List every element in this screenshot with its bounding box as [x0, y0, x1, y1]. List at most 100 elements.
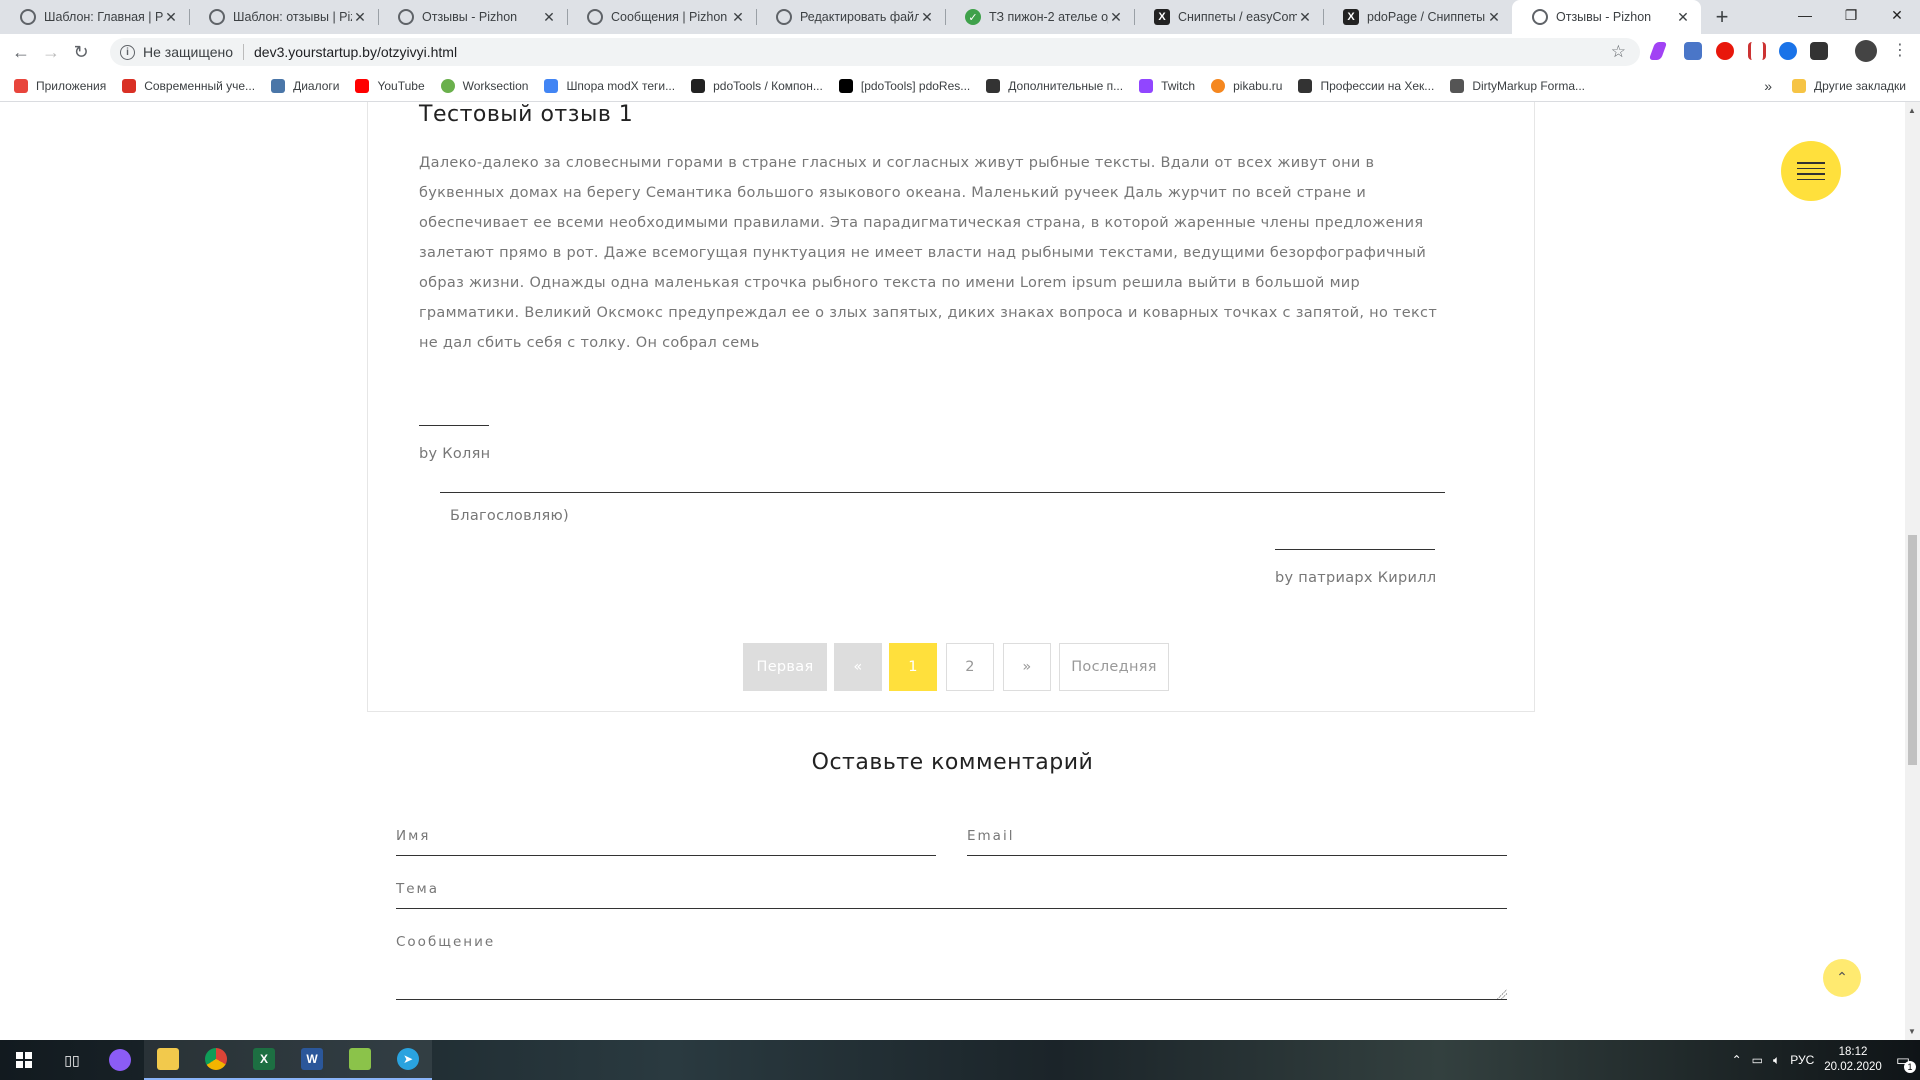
- subject-field[interactable]: Тема: [396, 875, 1507, 909]
- bookmark-item[interactable]: [pdoTools] pdoRes...: [838, 78, 970, 93]
- scroll-down-icon[interactable]: ▼: [1908, 1027, 1916, 1036]
- bookmark-item[interactable]: Worksection: [440, 78, 528, 93]
- address-bar[interactable]: i Не защищено dev3.yourstartup.by/otzyiv…: [110, 38, 1640, 66]
- start-button[interactable]: [0, 1040, 48, 1080]
- close-icon[interactable]: ✕: [163, 9, 179, 26]
- tab[interactable]: X pdoPage / Сниппеты / ✕: [1323, 0, 1512, 34]
- bookmark-item[interactable]: Современный уче...: [122, 78, 255, 93]
- bookmark-label: Дополнительные п...: [1008, 78, 1124, 93]
- extension-icon[interactable]: [1779, 42, 1797, 60]
- close-window-icon[interactable]: ✕: [1874, 0, 1920, 30]
- word-icon[interactable]: W: [288, 1040, 336, 1080]
- back-icon[interactable]: ←: [6, 37, 36, 67]
- bookmark-item[interactable]: Twitch: [1139, 78, 1195, 93]
- pagination-last[interactable]: Последняя: [1059, 643, 1169, 691]
- tab-active[interactable]: Отзывы - Pizhon ✕: [1512, 0, 1701, 34]
- pagination-prev[interactable]: «: [834, 643, 882, 691]
- opera-extension-icon[interactable]: [1716, 42, 1734, 60]
- scrollbar-thumb[interactable]: [1908, 535, 1917, 765]
- excel-icon[interactable]: X: [240, 1040, 288, 1080]
- pagination-page-current[interactable]: 1: [889, 643, 937, 691]
- security-label[interactable]: Не защищено: [143, 44, 244, 60]
- bookmark-label: pdoTools / Компон...: [713, 78, 823, 93]
- close-icon[interactable]: ✕: [730, 9, 746, 26]
- tab[interactable]: Шаблон: Главная | Pizhon ✕: [0, 0, 189, 34]
- tab[interactable]: Отзывы - Pizhon ✕: [378, 0, 567, 34]
- kebab-menu-icon[interactable]: ⋮: [1892, 40, 1908, 60]
- bookmark-item[interactable]: Профессии на Хек...: [1298, 78, 1434, 93]
- clock[interactable]: 18:12 20.02.2020: [1824, 1045, 1882, 1075]
- bookmark-item[interactable]: Дополнительные п...: [986, 78, 1124, 93]
- chevron-up-icon[interactable]: ⌃: [1732, 1053, 1742, 1067]
- bookmark-item[interactable]: Приложения: [14, 78, 106, 93]
- scroll-up-icon[interactable]: ▲: [1908, 106, 1916, 115]
- pagination-page[interactable]: 2: [946, 643, 994, 691]
- bookmark-item[interactable]: Шпора modX теги...: [544, 78, 675, 93]
- globe-icon: [398, 9, 414, 25]
- close-icon[interactable]: ✕: [1675, 9, 1691, 26]
- email-field[interactable]: Email: [967, 822, 1507, 856]
- telegram-icon[interactable]: ➤: [384, 1040, 432, 1080]
- message-field[interactable]: Сообщение: [396, 928, 1507, 1000]
- tab[interactable]: X Сниппеты / easyComm ✕: [1134, 0, 1323, 34]
- minimize-icon[interactable]: —: [1782, 0, 1828, 30]
- bookmark-label: DirtyMarkup Forma...: [1472, 78, 1585, 93]
- tab-title: Редактировать файл: s: [800, 10, 919, 24]
- equalizer-extension-icon[interactable]: [1748, 42, 1766, 60]
- forward-icon[interactable]: →: [36, 37, 66, 67]
- globe-icon: [1532, 9, 1548, 25]
- url-text[interactable]: dev3.yourstartup.by/otzyivyi.html: [254, 44, 457, 60]
- notepad-icon[interactable]: [336, 1040, 384, 1080]
- reload-icon[interactable]: ↻: [66, 37, 96, 67]
- name-field[interactable]: Имя: [396, 822, 936, 856]
- bookmark-item[interactable]: DirtyMarkup Forma...: [1450, 78, 1585, 93]
- tab[interactable]: Редактировать файл: s ✕: [756, 0, 945, 34]
- close-icon[interactable]: ✕: [919, 9, 935, 26]
- new-tab-button[interactable]: +: [1705, 0, 1739, 34]
- modx-icon: [691, 78, 706, 93]
- hamburger-menu-button[interactable]: [1781, 141, 1841, 201]
- resize-grip-icon[interactable]: [1497, 989, 1507, 999]
- bookmarks-bar: Приложения Современный уче... Диалоги Yo…: [0, 70, 1920, 102]
- extension-icon[interactable]: [1684, 42, 1702, 60]
- page-scrollbar[interactable]: ▲ ▼: [1905, 102, 1920, 1040]
- folder-icon: [1792, 79, 1807, 93]
- windows-taskbar: ▯▯ X W ➤ ⌃ ▭ 🔈︎ РУС 18:12 20.02.2020 ▭ 1: [0, 1040, 1920, 1080]
- bookmark-item[interactable]: pikabu.ru: [1211, 78, 1282, 93]
- restore-icon[interactable]: ❐: [1828, 0, 1874, 30]
- bookmarks-more-button[interactable]: »: [1764, 78, 1772, 94]
- file-explorer-icon[interactable]: [144, 1040, 192, 1080]
- bookmark-item[interactable]: Диалоги: [271, 78, 339, 93]
- close-icon[interactable]: ✕: [1486, 9, 1502, 26]
- star-icon[interactable]: ☆: [1611, 42, 1626, 62]
- close-icon[interactable]: ✕: [1297, 9, 1313, 26]
- info-icon[interactable]: i: [120, 44, 135, 60]
- tab-title: ТЗ пижон-2 ателье од: [989, 10, 1108, 24]
- network-icon[interactable]: ▭: [1752, 1053, 1763, 1067]
- tab[interactable]: Сообщения | Pizhon ✕: [567, 0, 756, 34]
- tab[interactable]: ✓ ТЗ пижон-2 ателье од ✕: [945, 0, 1134, 34]
- extension-icon[interactable]: [1810, 42, 1828, 60]
- bookmark-item[interactable]: YouTube: [355, 78, 425, 93]
- modx-icon: X: [1343, 9, 1359, 25]
- chat-icon: [271, 78, 286, 93]
- notifications-icon[interactable]: ▭ 1: [1896, 1051, 1916, 1073]
- tab[interactable]: Шаблон: отзывы | Pizhon ✕: [189, 0, 378, 34]
- avatar[interactable]: [1855, 40, 1877, 62]
- close-icon[interactable]: ✕: [352, 9, 368, 26]
- close-icon[interactable]: ✕: [541, 9, 557, 26]
- chrome-icon[interactable]: [192, 1040, 240, 1080]
- pagination-first[interactable]: Первая: [743, 643, 827, 691]
- alice-assistant-icon[interactable]: [96, 1040, 144, 1080]
- close-icon[interactable]: ✕: [1108, 9, 1124, 26]
- other-bookmarks[interactable]: Другие закладки: [1814, 79, 1906, 93]
- pagination-next[interactable]: »: [1003, 643, 1051, 691]
- pikabu-icon: [1211, 78, 1226, 93]
- task-view-icon[interactable]: ▯▯: [48, 1040, 96, 1080]
- scroll-to-top-button[interactable]: ⌃: [1823, 959, 1861, 997]
- message-placeholder: Сообщение: [396, 934, 496, 950]
- bookmark-item[interactable]: pdoTools / Компон...: [691, 78, 823, 93]
- volume-icon[interactable]: 🔈︎: [1773, 1053, 1780, 1068]
- language-indicator[interactable]: РУС: [1790, 1053, 1814, 1067]
- review-text: Далеко-далеко за словесными горами в стр…: [419, 155, 1438, 351]
